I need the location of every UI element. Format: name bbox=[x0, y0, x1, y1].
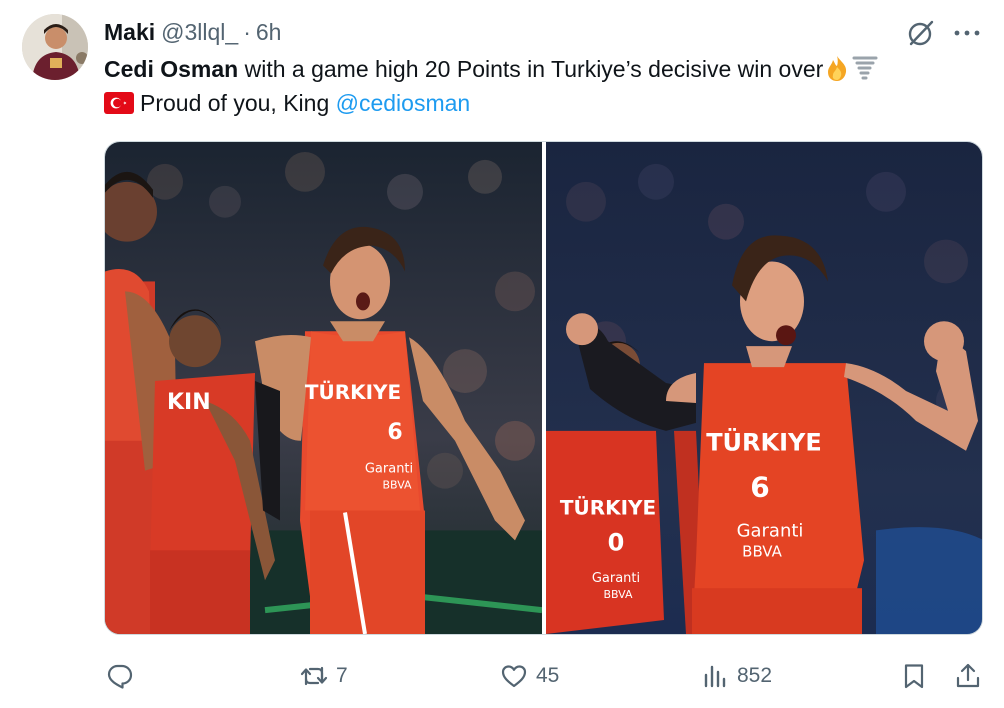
user-handle[interactable]: @3llql_ bbox=[161, 19, 238, 46]
tweet-body: with a game high 20 Points in Turkiye’s … bbox=[238, 56, 824, 82]
share-icon bbox=[956, 663, 980, 688]
jersey-number-left: 6 bbox=[387, 420, 402, 445]
jersey-text-right: TÜRKIYE bbox=[706, 427, 822, 457]
sponsor-left-1: Garanti bbox=[365, 462, 413, 477]
sponsor-right-1: Garanti bbox=[737, 520, 804, 541]
bookmark-icon bbox=[904, 664, 924, 689]
photo-right[interactable]: TÜRKIYE 0 Garanti BBVA TÜRKIYE 6 Garanti… bbox=[546, 142, 982, 634]
tweet-body-2: Proud of you, King bbox=[140, 90, 336, 116]
grok-icon[interactable] bbox=[906, 18, 936, 48]
sponsor-back-1: Garanti bbox=[592, 571, 640, 586]
jersey-text-left: TÜRKIYE bbox=[305, 380, 401, 404]
repost-count: 7 bbox=[336, 664, 348, 687]
like-icon bbox=[501, 665, 527, 688]
tweet-text: Cedi Osman with a game high 20 Points in… bbox=[104, 52, 984, 120]
like-count: 45 bbox=[536, 664, 560, 687]
tornado-emoji-icon bbox=[851, 54, 879, 82]
views-icon bbox=[704, 665, 726, 688]
photo-left[interactable]: KIN TÜRKIYE 6 Garanti BBVA bbox=[105, 142, 542, 634]
turkey-flag-icon bbox=[104, 89, 134, 114]
sponsor-left-2: BBVA bbox=[382, 479, 412, 492]
action-bar: 7 45 852 bbox=[104, 656, 984, 696]
mention-link[interactable]: @cediosman bbox=[336, 90, 471, 116]
more-icon[interactable] bbox=[950, 18, 984, 48]
views-button[interactable]: 852 bbox=[701, 656, 772, 696]
fire-emoji-icon bbox=[823, 54, 851, 82]
sponsor-right-2: BBVA bbox=[742, 542, 782, 560]
tweet-header: Maki @3llql_ · 6h bbox=[104, 16, 281, 48]
repost-icon bbox=[300, 666, 328, 686]
timestamp[interactable]: 6h bbox=[256, 19, 282, 46]
view-count: 852 bbox=[737, 664, 773, 687]
repost-button[interactable]: 7 bbox=[300, 656, 348, 696]
tweet-text-line-2: Proud of you, King @cediosman bbox=[104, 86, 984, 120]
tweet-text-line-1: Cedi Osman with a game high 20 Points in… bbox=[104, 52, 984, 86]
reply-button[interactable] bbox=[106, 656, 142, 696]
jersey-text-back: TÜRKIYE bbox=[560, 496, 656, 520]
jersey-number-back: 0 bbox=[608, 528, 625, 556]
bookmark-button[interactable] bbox=[900, 656, 928, 696]
jersey-partial-text: KIN bbox=[167, 390, 211, 415]
bold-text: Cedi Osman bbox=[104, 56, 239, 82]
share-button[interactable] bbox=[954, 656, 982, 696]
sponsor-back-2: BBVA bbox=[603, 588, 633, 601]
like-button[interactable]: 45 bbox=[500, 656, 559, 696]
separator: · bbox=[243, 18, 251, 45]
jersey-number-right: 6 bbox=[750, 471, 769, 504]
media-grid: KIN TÜRKIYE 6 Garanti BBVA TÜRKIYE 0 Gar… bbox=[104, 141, 983, 635]
reply-icon bbox=[107, 664, 133, 689]
display-name[interactable]: Maki bbox=[104, 19, 155, 46]
avatar[interactable] bbox=[22, 14, 88, 80]
